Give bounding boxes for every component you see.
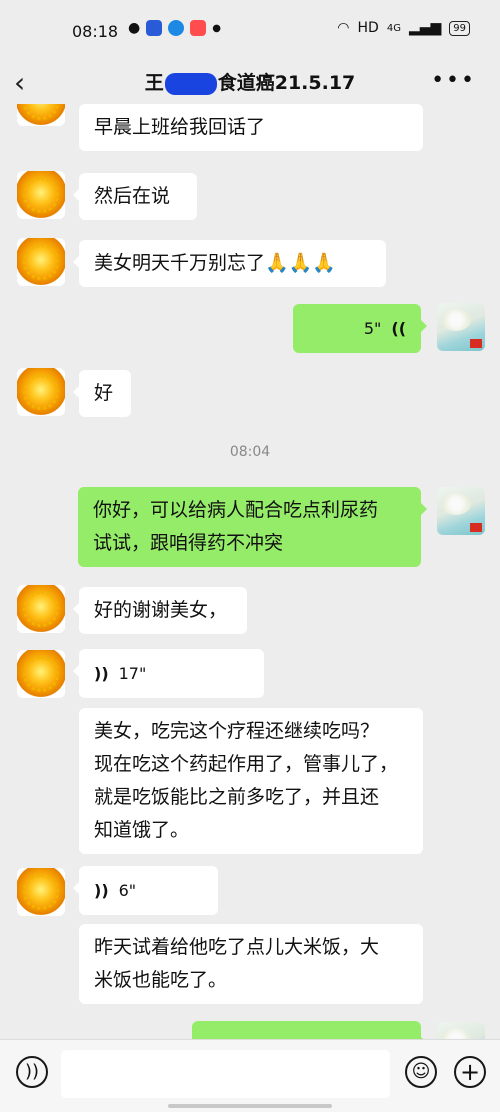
message-line: 米饭也能吃了。 bbox=[94, 969, 228, 991]
emoji-icon[interactable]: ☺ bbox=[405, 1056, 437, 1088]
message-bubble[interactable]: 美女，吃完这个疗程还继续吃吗？ 现在吃这个药起作用了，管事儿了， 就是吃饭能比之… bbox=[79, 708, 423, 854]
flag-icon bbox=[470, 523, 482, 532]
contact-avatar[interactable] bbox=[17, 585, 65, 633]
status-bar: 08:18 ● ● ◠ HD 4G ▂▄▆ 99 bbox=[0, 0, 500, 60]
voice-wave-icon: )) bbox=[94, 881, 109, 900]
contact-avatar[interactable] bbox=[17, 368, 65, 416]
message-line: 你好，可以给病人配合吃点利尿药 bbox=[93, 499, 379, 521]
message-input[interactable] bbox=[61, 1050, 390, 1098]
voice-duration: 6" bbox=[118, 881, 137, 900]
wifi-icon: ◠ bbox=[337, 20, 350, 36]
signal-type: 4G bbox=[386, 22, 401, 34]
voice-duration: 17" bbox=[118, 664, 147, 683]
message-list: 早晨上班给我回话了 然后在说 美女明天千万别忘了🙏🙏🙏 5" (( 好 08:0… bbox=[0, 104, 500, 1039]
app-icon bbox=[190, 20, 207, 36]
message-line: 知道饿了。 bbox=[94, 819, 190, 841]
message-line: 美女，吃完这个疗程还继续吃吗？ bbox=[94, 720, 380, 742]
network-type: HD bbox=[357, 20, 379, 36]
message-text: 然后在说 bbox=[94, 185, 171, 207]
chat-header: ‹ 王食道癌21.5.17 ••• bbox=[0, 60, 500, 104]
message-bubble[interactable]: 然后在说 bbox=[73, 173, 197, 220]
my-avatar[interactable] bbox=[437, 487, 485, 535]
voice-input-icon[interactable]: )) bbox=[16, 1056, 48, 1088]
contact-avatar[interactable] bbox=[17, 238, 65, 286]
app-icon bbox=[168, 20, 185, 36]
message-text: 好的谢谢美女， bbox=[94, 599, 228, 621]
title-prefix: 王 bbox=[144, 72, 164, 94]
message-bubble[interactable] bbox=[192, 1021, 427, 1039]
signal-icon: ▂▄▆ bbox=[408, 20, 442, 36]
message-timestamp: 08:04 bbox=[229, 444, 271, 460]
status-time: 08:18 bbox=[72, 22, 119, 41]
message-bubble[interactable]: 早晨上班给我回话了 bbox=[79, 104, 423, 151]
voice-wave-icon: )) bbox=[94, 664, 109, 683]
message-bubble[interactable]: 你好，可以给病人配合吃点利尿药 试试，跟咱得药不冲突 bbox=[78, 487, 427, 567]
voice-duration: 5" bbox=[363, 319, 382, 338]
input-toolbar: )) ☺ + bbox=[0, 1039, 500, 1112]
message-text: 好 bbox=[94, 382, 114, 404]
plus-icon[interactable]: + bbox=[454, 1056, 486, 1088]
flag-icon bbox=[470, 339, 482, 348]
message-bubble[interactable]: 好的谢谢美女， bbox=[73, 587, 247, 634]
message-line: 昨天试着给他吃了点儿大米饭，大 bbox=[94, 936, 380, 958]
message-line: 试试，跟咱得药不冲突 bbox=[93, 532, 284, 554]
wechat-icon: ● bbox=[128, 20, 141, 36]
message-line: 就是吃饭能比之前多吃了，并且还 bbox=[94, 786, 380, 808]
message-bubble[interactable]: 好 bbox=[73, 370, 131, 417]
voice-message[interactable]: 5" (( bbox=[293, 304, 427, 353]
contact-avatar[interactable] bbox=[17, 171, 65, 219]
voice-message[interactable]: )) 17" bbox=[73, 649, 264, 698]
voice-wave-icon: (( bbox=[391, 319, 406, 338]
contact-avatar[interactable] bbox=[17, 868, 65, 916]
status-indicators: ◠ HD 4G ▂▄▆ 99 bbox=[337, 20, 470, 36]
message-bubble[interactable]: 昨天试着给他吃了点儿大米饭，大 米饭也能吃了。 bbox=[79, 924, 423, 1004]
message-bubble[interactable]: 美女明天千万别忘了🙏🙏🙏 bbox=[73, 240, 386, 287]
voice-message[interactable]: )) 6" bbox=[73, 866, 218, 915]
message-text: 美女明天千万别忘了🙏🙏🙏 bbox=[94, 252, 336, 274]
home-indicator[interactable] bbox=[168, 1104, 332, 1108]
ellipsis-icon[interactable]: ••• bbox=[431, 68, 476, 93]
chat-title: 王 食道癌21.5.17 bbox=[0, 68, 500, 95]
contact-avatar[interactable] bbox=[17, 650, 65, 698]
notification-icons: ● ● bbox=[128, 20, 221, 36]
my-avatar[interactable] bbox=[437, 1022, 485, 1039]
my-avatar[interactable] bbox=[437, 303, 485, 351]
battery-icon: 99 bbox=[449, 20, 470, 36]
title-suffix: 食道癌21.5.17 bbox=[217, 72, 356, 94]
app-icon bbox=[146, 20, 163, 36]
redaction-mark bbox=[164, 72, 217, 95]
contact-avatar[interactable] bbox=[17, 104, 65, 126]
dot-icon: ● bbox=[212, 22, 221, 34]
message-line: 现在吃这个药起作用了，管事儿了， bbox=[94, 753, 399, 775]
message-text: 早晨上班给我回话了 bbox=[94, 116, 266, 138]
